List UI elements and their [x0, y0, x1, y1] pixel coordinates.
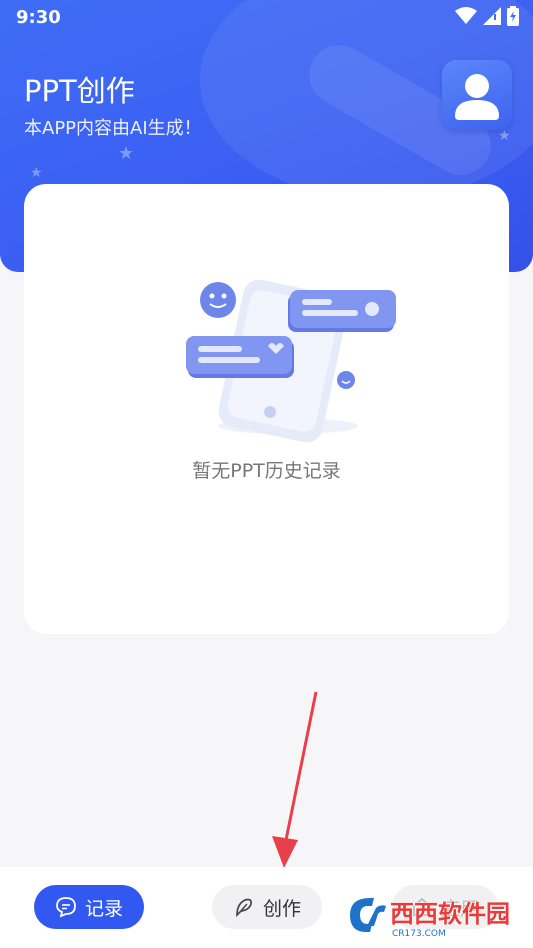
history-card: 暂无PPT历史记录 — [24, 184, 509, 634]
nav-create-label: 创作 — [262, 897, 301, 920]
empty-state-message: 暂无PPT历史记录 — [192, 460, 341, 482]
status-time: 9:30 — [16, 7, 61, 28]
nav-record-tab[interactable]: 记录 — [34, 885, 144, 929]
page-subtitle: 本APP内容由AI生成！ — [24, 118, 202, 139]
chat-bubble-icon — [56, 897, 76, 918]
wifi-icon — [455, 7, 477, 24]
user-icon — [455, 74, 499, 120]
signal-icon — [483, 7, 501, 25]
user-avatar-button[interactable] — [442, 60, 512, 130]
page-title: PPT创作 — [24, 74, 135, 108]
status-bar: 9:30 — [0, 0, 533, 36]
nav-record-label: 记录 — [84, 897, 123, 920]
status-icons — [455, 6, 519, 26]
star-icon: ★ — [30, 165, 43, 181]
empty-state-illustration-icon — [186, 279, 396, 443]
watermark-logo: 西西软件园 CR173.COM — [350, 898, 511, 938]
star-icon: ★ — [498, 128, 511, 144]
watermark-site: CR173.COM — [392, 929, 446, 938]
feather-icon — [236, 898, 252, 918]
annotation-arrow-icon — [272, 691, 318, 868]
watermark-brand: 西西软件园 — [390, 900, 510, 928]
nav-create-tab[interactable]: 创作 — [212, 885, 322, 929]
star-icon: ★ — [118, 143, 135, 164]
battery-icon — [507, 6, 519, 26]
